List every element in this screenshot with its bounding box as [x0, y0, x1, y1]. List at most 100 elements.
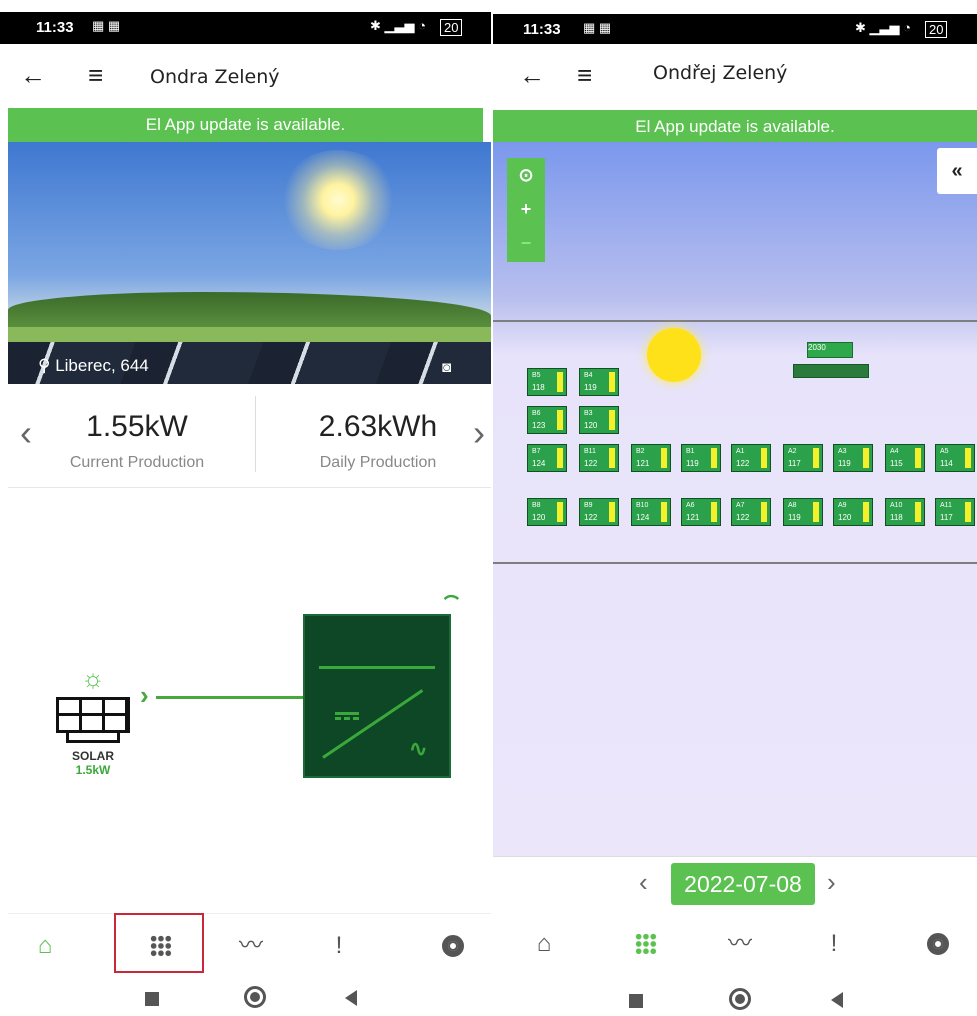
bottom-nav: ⌂ 〰 ! — [493, 912, 977, 976]
bluetooth-signal-wifi-icons: ✱ ▁▃▅ ◔ — [855, 20, 911, 35]
panel-module[interactable]: A3 119 — [833, 444, 873, 472]
home-icon[interactable]: ⌂ — [519, 922, 569, 966]
module-level-bar — [609, 410, 615, 430]
panel-module[interactable]: A11 117 — [935, 498, 975, 526]
module-id: A1 — [736, 448, 745, 455]
update-banner[interactable]: El App update is available. — [8, 108, 483, 142]
site-photo: ⚲ Liberec, 644 ◙ — [8, 142, 491, 384]
status-bar: 11:33 ▦ ▦ ✱ ▁▃▅ ◔ 20 — [493, 14, 977, 46]
panel-module[interactable]: B4 119 — [579, 368, 619, 396]
current-production: 1.55kW Current Production — [52, 410, 222, 472]
flow-line — [156, 696, 306, 699]
alert-icon[interactable]: ! — [314, 924, 364, 968]
flow-arrow-icon: › — [140, 680, 149, 710]
module-id: A7 — [736, 502, 745, 509]
settings-icon[interactable] — [428, 924, 478, 968]
camera-icon[interactable]: ◙ — [442, 359, 451, 376]
home-system-icon[interactable] — [729, 988, 751, 1010]
home-system-icon[interactable] — [244, 986, 266, 1008]
back-system-icon[interactable] — [831, 992, 843, 1008]
inverter-node[interactable]: ∿ — [303, 614, 451, 778]
dc-symbol-icon — [335, 712, 359, 720]
inverter-line — [319, 666, 435, 669]
prev-date-chevron-icon[interactable]: ‹ — [639, 867, 648, 898]
panel-module[interactable]: B10 124 — [631, 498, 671, 526]
sun-glow — [278, 150, 398, 250]
panel-module[interactable]: B6 123 — [527, 406, 567, 434]
module-level-bar — [813, 502, 819, 522]
roof-edge-top — [493, 320, 977, 322]
back-arrow-icon[interactable]: ← — [20, 62, 46, 88]
module-id: A2 — [788, 448, 797, 455]
page-title: Ondřej Zelený — [653, 62, 788, 84]
chart-icon[interactable]: 〰 — [226, 924, 276, 968]
module-id: B1 — [686, 448, 695, 455]
grid-icon[interactable] — [621, 922, 671, 966]
module-level-bar — [761, 502, 767, 522]
system-nav — [0, 980, 491, 1016]
module-level-bar — [557, 372, 563, 392]
panel-module[interactable]: B2 121 — [631, 444, 671, 472]
locate-icon[interactable]: ⊙ — [507, 158, 545, 192]
module-id: B6 — [532, 410, 541, 417]
hamburger-menu-icon[interactable]: ≡ — [577, 62, 592, 88]
next-stat-chevron-icon[interactable]: › — [473, 412, 485, 454]
update-banner[interactable]: El App update is available. — [493, 110, 977, 144]
location-pin-icon: ⚲ — [38, 356, 51, 375]
panel-module[interactable]: B3 120 — [579, 406, 619, 434]
recents-icon[interactable] — [629, 994, 643, 1008]
panel-module[interactable]: A8 119 — [783, 498, 823, 526]
panel-module[interactable]: A9 120 — [833, 498, 873, 526]
solar-node[interactable]: ☼ SOLAR 1.5kW — [48, 665, 138, 777]
solar-power: 1.5kW — [75, 763, 111, 777]
panel-module[interactable]: B5 118 — [527, 368, 567, 396]
recents-icon[interactable] — [145, 992, 159, 1006]
panel-module[interactable]: B7 124 — [527, 444, 567, 472]
panel-module[interactable]: A1 122 — [731, 444, 771, 472]
panel-module[interactable]: B8 120 — [527, 498, 567, 526]
panel-module[interactable]: A4 115 — [885, 444, 925, 472]
module-level-bar — [557, 410, 563, 430]
date-selector: ‹ 2022-07-08 › — [493, 856, 977, 912]
panel-module[interactable]: A10 118 — [885, 498, 925, 526]
home-icon[interactable]: ⌂ — [20, 924, 70, 968]
hamburger-menu-icon[interactable]: ≡ — [88, 62, 103, 88]
module-level-bar — [609, 448, 615, 468]
module-id: B8 — [532, 502, 541, 509]
date-display[interactable]: 2022-07-08 — [671, 863, 815, 905]
back-arrow-icon[interactable]: ← — [519, 62, 545, 88]
panel-module[interactable]: A7 122 — [731, 498, 771, 526]
panel-module[interactable]: A5 114 — [935, 444, 975, 472]
panel-module[interactable]: B11 122 — [579, 444, 619, 472]
back-system-icon[interactable] — [345, 990, 357, 1006]
site-layout-map[interactable]: ⊙ + − « 2030 B5 118 B4 119 B6 123 B3 120 B7 124 B1… — [493, 142, 977, 856]
sun-icon: ☼ — [81, 663, 105, 693]
module-level-bar — [711, 502, 717, 522]
prev-stat-chevron-icon[interactable]: ‹ — [20, 412, 32, 454]
status-time: 11:33 — [36, 19, 74, 36]
inverter-device[interactable]: 2030 — [793, 342, 869, 382]
module-id: B4 — [584, 372, 593, 379]
chart-icon[interactable]: 〰 — [715, 922, 765, 966]
module-id: A10 — [890, 502, 903, 509]
roof-edge-bottom — [493, 562, 977, 564]
alert-icon[interactable]: ! — [809, 922, 859, 966]
panel-module[interactable]: B9 122 — [579, 498, 619, 526]
zoom-out-button[interactable]: − — [507, 226, 545, 260]
zoom-in-button[interactable]: + — [507, 192, 545, 226]
collapse-panel-button[interactable]: « — [937, 148, 977, 194]
settings-icon[interactable] — [913, 922, 963, 966]
panel-module[interactable]: A2 117 — [783, 444, 823, 472]
daily-production-value: 2.63kWh — [318, 410, 438, 443]
module-id: A9 — [838, 502, 847, 509]
bottom-nav: ⌂ 〰 ! — [8, 913, 491, 977]
module-level-bar — [863, 502, 869, 522]
panel-module[interactable]: B1 119 — [681, 444, 721, 472]
module-id: A3 — [838, 448, 847, 455]
bluetooth-signal-wifi-icons: ✱ ▁▃▅ ◔ — [370, 18, 426, 33]
panel-module[interactable]: A6 121 — [681, 498, 721, 526]
next-date-chevron-icon[interactable]: › — [827, 867, 836, 898]
module-id: A8 — [788, 502, 797, 509]
daily-production: 2.63kWh Daily Production — [298, 410, 458, 472]
stats-divider — [255, 396, 256, 472]
